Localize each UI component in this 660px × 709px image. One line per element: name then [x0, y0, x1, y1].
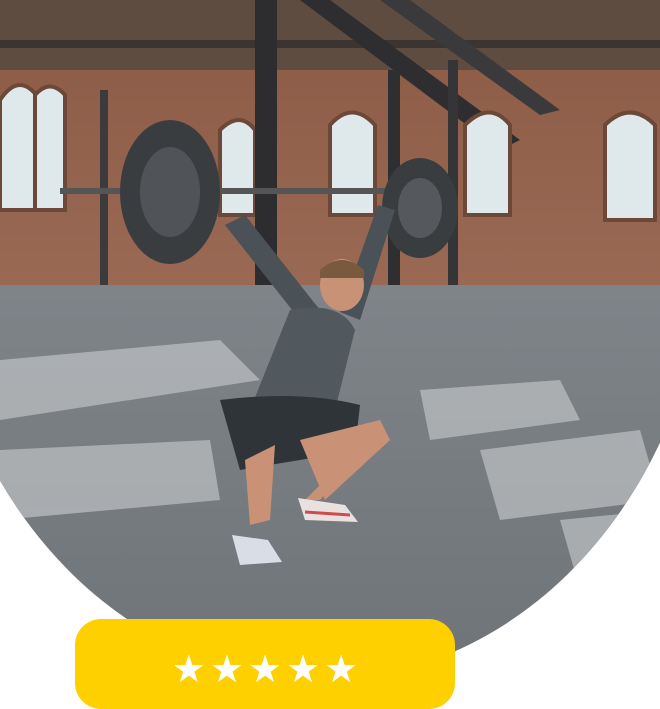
star-icon: ★	[286, 647, 321, 691]
star-icon: ★	[324, 647, 359, 691]
hero-photo	[0, 0, 660, 689]
photo-circular-mask	[0, 0, 660, 680]
star-icon: ★	[247, 647, 283, 691]
star-icon: ★	[209, 647, 244, 691]
gym-scene-illustration	[0, 0, 660, 680]
rating-card: ★ ★ ★ ★ ★	[75, 619, 455, 709]
gym-scene	[0, 0, 660, 680]
star-rating: ★ ★ ★ ★ ★	[172, 649, 358, 709]
star-icon: ★	[171, 647, 206, 691]
